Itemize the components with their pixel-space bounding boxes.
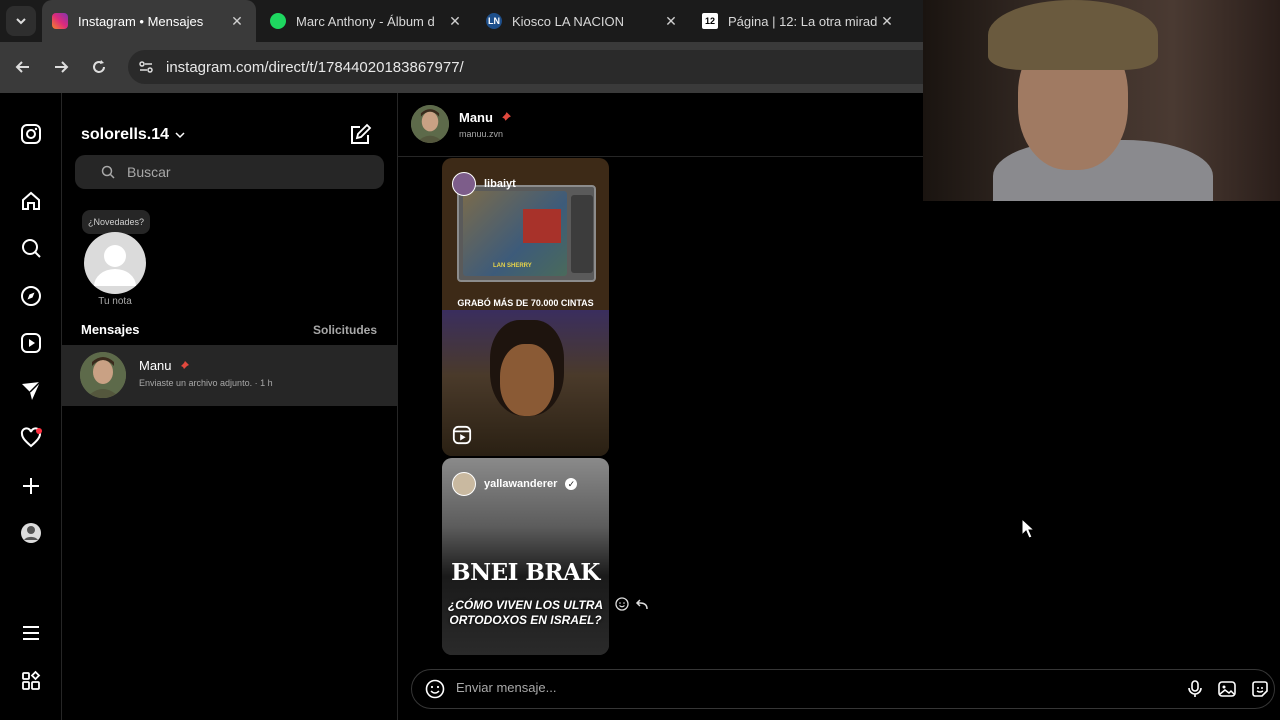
inbox-panel: solorells.14 ¿Novedades? Tu nota Mensaje…	[62, 93, 398, 720]
chat-contact-name: Manu	[459, 110, 512, 125]
note-label: Tu nota	[98, 296, 132, 307]
microphone-icon[interactable]	[1185, 679, 1205, 699]
search-box[interactable]	[75, 155, 384, 189]
notifications-icon[interactable]	[18, 425, 44, 451]
avatar[interactable]	[411, 105, 449, 143]
search-icon[interactable]	[18, 235, 44, 261]
arrow-left-icon	[15, 61, 29, 73]
search-icon	[101, 165, 115, 179]
url-text: instagram.com/direct/t/17844020183867977…	[166, 58, 464, 76]
more-apps-icon[interactable]	[18, 668, 44, 694]
reel-author[interactable]: yallawanderer ✓	[452, 472, 578, 496]
tab-title: Kiosco LA NACION	[512, 13, 624, 29]
reload-button[interactable]	[86, 54, 112, 80]
create-icon[interactable]	[18, 473, 44, 499]
chevron-down-icon	[16, 18, 26, 25]
instagram-logo-icon[interactable]	[18, 121, 44, 147]
note-avatar[interactable]	[84, 232, 146, 294]
chat-contact-handle: manuu.zvn	[459, 129, 504, 139]
tab-instagram[interactable]: Instagram • Mensajes ✕	[42, 0, 256, 42]
close-icon[interactable]: ✕	[662, 13, 680, 30]
pin-icon	[500, 112, 511, 123]
message-actions	[615, 597, 649, 611]
conversation-name-text: Manu	[139, 358, 172, 373]
reply-icon[interactable]	[635, 597, 649, 611]
reel-title: BNEI BRAK	[451, 559, 600, 586]
messages-icon[interactable]	[18, 378, 44, 404]
avatar	[452, 472, 476, 496]
profile-icon[interactable]	[18, 520, 44, 546]
message-composer[interactable]	[411, 669, 1275, 709]
reels-icon[interactable]	[18, 330, 44, 356]
username-label: solorells.14	[81, 126, 170, 143]
tv-screen: LAN SHERRY	[463, 191, 567, 276]
new-message-button[interactable]	[348, 123, 372, 152]
explore-icon[interactable]	[18, 283, 44, 309]
avatar	[452, 172, 476, 196]
navigation-rail	[0, 93, 62, 720]
reel-caption: GRABÓ MÁS DE 70.000 CINTAS	[457, 298, 594, 308]
shared-reel-card[interactable]: libaiyt LAN SHERRY GRABÓ MÁS DE 70.000 C…	[442, 158, 609, 456]
tv-label: LAN SHERRY	[493, 263, 532, 269]
webcam-overlay	[923, 0, 1280, 201]
compose-icon	[351, 123, 372, 144]
requests-link[interactable]: Solicitudes	[313, 323, 377, 337]
mouse-cursor-icon	[1021, 518, 1035, 539]
emoji-icon[interactable]	[425, 679, 445, 699]
tv-inset	[523, 209, 561, 243]
forward-button[interactable]	[48, 54, 74, 80]
reel-author-name: yallawanderer	[484, 478, 558, 490]
conversation-item[interactable]: Manu Enviaste un archivo adjunto. · 1 h	[62, 345, 397, 406]
reel-subtitle: ¿CÓMO VIVEN LOS ULTRA ORTODOXOS EN ISRAE…	[447, 598, 604, 627]
tv-knobs	[571, 195, 593, 273]
spotify-icon	[270, 13, 286, 29]
avatar	[80, 352, 126, 398]
chevron-down-icon	[175, 132, 185, 139]
pagina12-icon: 12	[702, 13, 718, 29]
tab-lanacion[interactable]: LN Kiosco LA NACION ✕	[476, 0, 690, 42]
tab-search-button[interactable]	[6, 6, 36, 36]
account-switcher[interactable]: solorells.14	[81, 126, 185, 144]
pin-icon	[178, 360, 189, 371]
note-bubble[interactable]: ¿Novedades?	[82, 210, 151, 234]
back-button[interactable]	[10, 54, 36, 80]
shared-reel-card[interactable]: yallawanderer ✓ BNEI BRAK ¿CÓMO VIVEN LO…	[442, 458, 609, 655]
conversation-name: Manu	[139, 358, 190, 373]
site-settings-icon[interactable]	[138, 59, 154, 75]
react-emoji-icon[interactable]	[615, 597, 629, 611]
close-icon[interactable]: ✕	[446, 13, 464, 30]
menu-icon[interactable]	[18, 620, 44, 646]
tab-title: Marc Anthony - Álbum d	[296, 13, 435, 29]
tab-pagina12[interactable]: 12 Página | 12: La otra mirad ✕	[692, 0, 906, 42]
reload-icon	[93, 60, 105, 73]
reel-thumbnail-tv: LAN SHERRY	[457, 185, 596, 282]
reel-author-name: libaiyt	[484, 178, 516, 190]
tab-title: Página | 12: La otra mirad	[728, 13, 878, 29]
message-input[interactable]	[456, 680, 1156, 695]
verified-badge-icon: ✓	[565, 478, 578, 490]
close-icon[interactable]: ✕	[228, 13, 246, 30]
image-icon[interactable]	[1217, 679, 1237, 699]
arrow-right-icon	[55, 61, 69, 73]
webcam-person-cap	[988, 0, 1158, 70]
home-icon[interactable]	[18, 188, 44, 214]
instagram-icon	[52, 13, 68, 29]
conversation-preview: Enviaste un archivo adjunto. · 1 h	[139, 378, 273, 388]
reel-author[interactable]: libaiyt	[452, 172, 516, 196]
sticker-icon[interactable]	[1250, 679, 1270, 699]
chat-contact-name-text: Manu	[459, 110, 493, 125]
portrait-face	[500, 344, 554, 416]
reels-icon	[452, 425, 472, 445]
search-input[interactable]	[127, 164, 367, 180]
tab-title: Instagram • Mensajes	[78, 13, 204, 29]
messages-section-title: Mensajes	[81, 322, 140, 337]
close-icon[interactable]: ✕	[878, 13, 896, 30]
ln-icon: LN	[486, 13, 502, 29]
tab-spotify[interactable]: Marc Anthony - Álbum d ✕	[260, 0, 474, 42]
